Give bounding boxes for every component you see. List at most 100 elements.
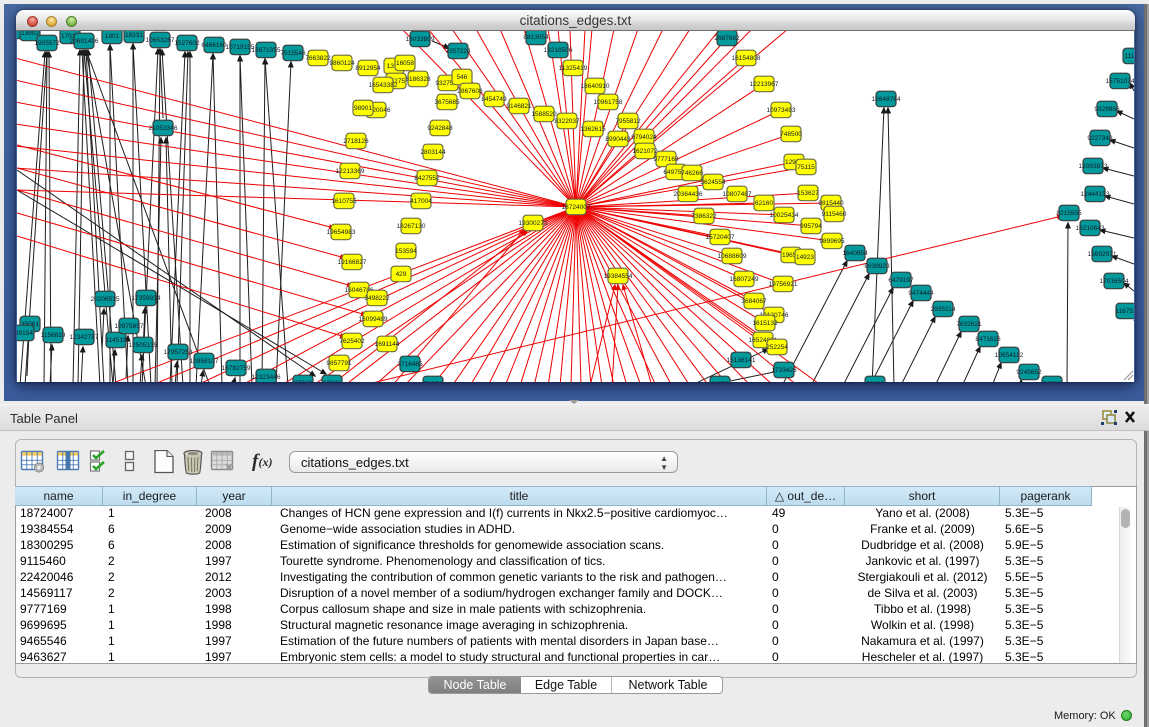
svg-text:153627: 153627 [797, 190, 819, 197]
svg-text:18267130: 18267130 [397, 223, 426, 230]
svg-text:7515546: 7515546 [280, 50, 306, 57]
svg-text:9115460: 9115460 [822, 211, 847, 218]
svg-text:9245652: 9245652 [1016, 369, 1042, 376]
svg-text:10961758: 10961758 [594, 99, 623, 106]
svg-text:8186328: 8186328 [405, 76, 431, 83]
svg-text:17016504: 17016504 [1100, 278, 1129, 285]
svg-text:1588520: 1588520 [531, 111, 557, 118]
svg-text:39154: 39154 [17, 330, 33, 337]
svg-text:8990443: 8990443 [605, 136, 631, 143]
svg-text:153594: 153594 [395, 248, 417, 255]
svg-text:10653267: 10653267 [146, 37, 175, 44]
svg-text:21053346: 21053346 [149, 125, 178, 132]
svg-text:18640910: 18640910 [581, 83, 610, 90]
svg-text:10025434: 10025434 [770, 212, 799, 219]
svg-text:7625402: 7625402 [339, 338, 365, 345]
svg-text:748500: 748500 [780, 131, 802, 138]
svg-text:14923: 14923 [796, 254, 814, 261]
svg-text:2803144: 2803144 [420, 149, 446, 156]
svg-text:15692971: 15692971 [1088, 251, 1117, 258]
svg-text:8454749: 8454749 [481, 96, 507, 103]
svg-text:9794024: 9794024 [631, 134, 657, 141]
svg-text:12093873: 12093873 [1079, 163, 1108, 170]
svg-text:3675685: 3675685 [434, 99, 460, 106]
svg-text:116753: 116753 [1115, 308, 1134, 315]
svg-text:10975857: 10975857 [115, 323, 144, 330]
svg-text:98901: 98901 [354, 105, 372, 112]
svg-text:9899695: 9899695 [819, 238, 845, 245]
svg-text:1610755: 1610755 [331, 198, 357, 205]
svg-text:114519: 114519 [105, 337, 127, 344]
svg-text:11325419: 11325419 [559, 65, 588, 72]
svg-text:3716485: 3716485 [397, 361, 423, 368]
svg-text:10654112: 10654112 [995, 352, 1024, 359]
svg-text:17957253: 17957253 [164, 349, 193, 356]
svg-text:18331: 18331 [125, 32, 143, 39]
svg-text:16782759: 16782759 [222, 365, 251, 372]
svg-text:9474444: 9474444 [908, 290, 934, 297]
svg-text:1621072: 1621072 [632, 148, 658, 155]
svg-text:19300273: 19300273 [519, 220, 548, 227]
svg-text:16058: 16058 [396, 60, 414, 67]
svg-text:1156819: 1156819 [41, 332, 66, 339]
svg-text:19166827: 19166827 [338, 259, 367, 266]
svg-text:12505135: 12505135 [129, 342, 158, 349]
svg-text:6479197: 6479197 [888, 277, 914, 284]
svg-text:62160: 62160 [755, 200, 773, 207]
svg-text:9860124: 9860124 [329, 60, 355, 67]
svg-text:9777169: 9777169 [653, 156, 679, 163]
svg-text:1733426: 1733426 [771, 367, 797, 374]
svg-text:16671355: 16671355 [252, 47, 281, 54]
svg-text:20691406: 20691406 [70, 38, 99, 45]
svg-text:12444153: 12444153 [1081, 191, 1110, 198]
svg-text:1615132: 1615132 [752, 320, 778, 327]
svg-text:19756921: 19756921 [769, 281, 798, 288]
svg-text:10719155: 10719155 [226, 44, 255, 51]
svg-text:12323446: 12323446 [252, 374, 281, 381]
svg-text:12342757: 12342757 [70, 334, 99, 341]
svg-text:16099489: 16099489 [359, 316, 388, 323]
svg-text:16210643: 16210643 [1076, 225, 1105, 232]
svg-text:10688609: 10688609 [718, 253, 747, 260]
svg-text:1801: 1801 [105, 33, 120, 40]
svg-text:8322037: 8322037 [554, 118, 580, 125]
svg-text:746266: 746266 [681, 170, 703, 177]
svg-text:13902: 13902 [21, 31, 39, 37]
svg-text:546: 546 [457, 74, 468, 81]
svg-text:8215955: 8215955 [1056, 210, 1082, 217]
svg-text:2687682: 2687682 [714, 35, 740, 42]
svg-text:12213369: 12213369 [336, 168, 365, 175]
svg-text:7357224: 7357224 [445, 48, 471, 55]
svg-text:995794: 995794 [800, 223, 822, 230]
svg-text:16807249: 16807249 [730, 276, 759, 283]
svg-text:17359934: 17359934 [132, 295, 161, 302]
svg-text:9227343: 9227343 [1087, 135, 1113, 142]
svg-text:20206535: 20206535 [91, 296, 120, 303]
svg-text:7632621: 7632621 [956, 321, 982, 328]
svg-text:2935114: 2935114 [931, 306, 956, 313]
svg-text:3624554: 3624554 [700, 179, 726, 186]
svg-text:8471626: 8471626 [975, 336, 1001, 343]
svg-text:8427552: 8427552 [414, 175, 440, 182]
svg-text:15720407: 15720407 [706, 234, 735, 241]
svg-text:87969: 87969 [294, 380, 312, 382]
svg-text:8813054: 8813054 [523, 34, 549, 41]
svg-text:19654983: 19654983 [327, 229, 356, 236]
svg-text:7955812: 7955812 [615, 118, 641, 125]
svg-text:1527602: 1527602 [174, 40, 200, 47]
svg-text:10807487: 10807487 [723, 191, 752, 198]
svg-text:96972: 96972 [711, 381, 729, 382]
svg-text:75115: 75115 [797, 164, 815, 171]
svg-text:9329966: 9329966 [1094, 106, 1120, 113]
svg-text:20364436: 20364436 [674, 191, 703, 198]
svg-text:252254: 252254 [766, 344, 788, 351]
svg-text:7386322: 7386322 [691, 213, 717, 220]
svg-text:2718126: 2718126 [343, 138, 369, 145]
svg-text:18724007: 18724007 [562, 204, 591, 211]
svg-text:8938923: 8938923 [864, 263, 890, 270]
svg-text:2867608: 2867608 [457, 88, 483, 95]
svg-text:19218506: 19218506 [544, 47, 573, 54]
svg-text:7663822: 7663822 [305, 55, 331, 62]
svg-text:16648784: 16648784 [872, 96, 901, 103]
svg-text:9857791: 9857791 [326, 360, 352, 367]
